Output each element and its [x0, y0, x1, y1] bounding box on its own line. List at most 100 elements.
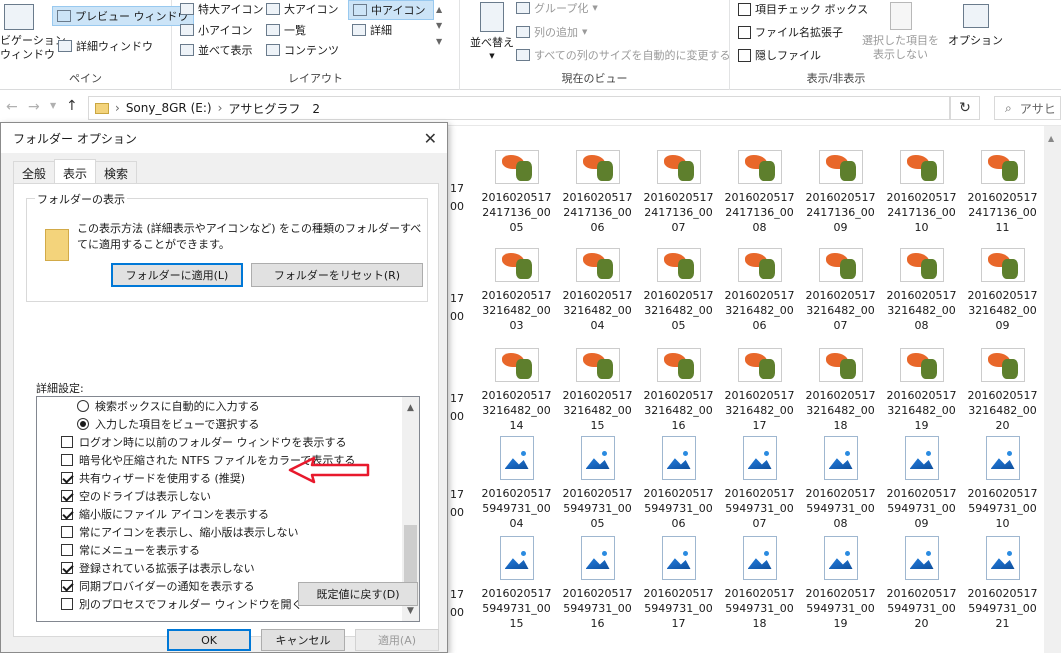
file-item[interactable]: 2016020517 2417136_00 09	[800, 150, 881, 235]
file-item[interactable]: 2016020517 3216482_00 03	[476, 248, 557, 333]
advanced-setting-checkbox[interactable]: 同期プロバイダーの通知を表示する	[61, 577, 255, 595]
file-item[interactable]: 2016020517 5949731_00 16	[557, 536, 638, 631]
checkbox[interactable]	[61, 580, 73, 592]
checkbox[interactable]	[61, 472, 73, 484]
file-item[interactable]: 2016020517 5949731_00 19	[800, 536, 881, 631]
radio-button[interactable]	[77, 400, 89, 412]
layout-small[interactable]: 小アイコン	[180, 22, 252, 38]
hide-selected-button[interactable]: 選択した項目を 表示しない	[862, 2, 939, 62]
file-item[interactable]: 2016020517 3216482_00 19	[881, 348, 962, 433]
advanced-setting-checkbox[interactable]: 縮小版にファイル アイコンを表示する	[61, 505, 269, 523]
hidden-items-checkbox[interactable]	[738, 48, 751, 62]
layout-tiles[interactable]: 並べて表示	[180, 42, 253, 58]
radio-button[interactable]	[77, 418, 89, 430]
add-column-button[interactable]: 列の追加 ▼	[516, 24, 587, 40]
file-item[interactable]: 2016020517 3216482_00 14	[476, 348, 557, 433]
checkbox[interactable]	[61, 508, 73, 520]
up-arrow-icon[interactable]: ↑	[66, 98, 78, 114]
file-item[interactable]: 2016020517 3216482_00 07	[800, 248, 881, 333]
apply-button[interactable]: 適用(A)	[355, 629, 439, 651]
forward-arrow-icon[interactable]: →	[28, 99, 40, 115]
nav-pane-button[interactable]: ビゲーション ウィンドウ	[0, 34, 66, 62]
back-arrow-icon[interactable]: ←	[6, 99, 18, 115]
advanced-setting-radio[interactable]: 入力した項目をビューで選択する	[77, 415, 259, 433]
search-input[interactable]: ⌕ アサヒ	[994, 96, 1061, 120]
apply-to-folders-button[interactable]: フォルダーに適用(L)	[111, 263, 243, 287]
fit-columns-button[interactable]: すべての列のサイズを自動的に変更する	[516, 47, 730, 63]
file-item[interactable]: 2016020517 3216482_00 17	[719, 348, 800, 433]
file-extensions-toggle[interactable]: ファイル名拡張子	[738, 24, 843, 40]
layout-scroll[interactable]: ▲ ▼ ▼	[436, 4, 442, 48]
file-item[interactable]: 2016020517 5949731_00 04	[476, 436, 557, 531]
file-item[interactable]: 2016020517 2417136_00 10	[881, 150, 962, 235]
options-button[interactable]: オプション	[948, 4, 1003, 48]
tab-general[interactable]: 全般	[13, 161, 56, 183]
layout-large[interactable]: 大アイコン	[266, 1, 338, 17]
file-item[interactable]: 2016020517 5949731_00 18	[719, 536, 800, 631]
item-checkboxes-checkbox[interactable]	[738, 2, 751, 16]
file-view-scrollbar[interactable]: ▲	[1044, 126, 1061, 653]
checkbox[interactable]	[61, 544, 73, 556]
hidden-items-toggle[interactable]: 隠しファイル	[738, 47, 821, 63]
file-item[interactable]: 2016020517 3216482_00 06	[719, 248, 800, 333]
checkbox[interactable]	[61, 454, 73, 466]
layout-extra-large[interactable]: 特大アイコン	[180, 1, 263, 17]
file-item[interactable]: 2016020517 5949731_00 07	[719, 436, 800, 531]
file-item[interactable]: 2016020517 3216482_00 04	[557, 248, 638, 333]
file-item[interactable]: 2016020517 5949731_00 10	[962, 436, 1043, 531]
checkbox[interactable]	[61, 490, 73, 502]
advanced-setting-checkbox[interactable]: 登録されている拡張子は表示しない	[61, 559, 255, 577]
close-icon[interactable]: ✕	[424, 129, 437, 148]
file-item[interactable]: 2016020517 5949731_00 17	[638, 536, 719, 631]
advanced-setting-checkbox[interactable]: ログオン時に以前のフォルダー ウィンドウを表示する	[61, 433, 347, 451]
layout-medium[interactable]: 中アイコン	[348, 0, 434, 20]
item-checkboxes-toggle[interactable]: 項目チェック ボックス	[738, 1, 868, 17]
file-item[interactable]: 2016020517 3216482_00 05	[638, 248, 719, 333]
reset-folders-button[interactable]: フォルダーをリセット(R)	[251, 263, 423, 287]
advanced-setting-radio[interactable]: 検索ボックスに自動的に入力する	[77, 397, 260, 415]
layout-details[interactable]: 詳細	[352, 22, 392, 38]
file-item[interactable]: 2016020517 2417136_00 08	[719, 150, 800, 235]
refresh-button[interactable]: ↻	[950, 96, 980, 120]
file-item[interactable]: 2016020517 2417136_00 07	[638, 150, 719, 235]
breadcrumb[interactable]: › Sony_8GR (E:) › アサヒグラフ 2	[88, 96, 950, 120]
checkbox[interactable]	[61, 436, 73, 448]
ok-button[interactable]: OK	[167, 629, 251, 651]
file-item[interactable]: 2016020517 5949731_00 05	[557, 436, 638, 531]
always-show-icons-setting[interactable]: 常にアイコンを表示し、縮小版は表示しない	[61, 523, 298, 541]
scroll-up-icon[interactable]: ▲	[1048, 134, 1054, 143]
group-by-button[interactable]: グループ化 ▼	[516, 0, 598, 16]
file-item[interactable]: 2016020517 3216482_00 16	[638, 348, 719, 433]
breadcrumb-folder[interactable]: アサヒグラフ 2	[228, 100, 320, 117]
file-item[interactable]: 2016020517 3216482_00 08	[881, 248, 962, 333]
details-pane-button[interactable]: 詳細ウィンドウ	[58, 38, 153, 54]
restore-defaults-button[interactable]: 既定値に戻す(D)	[298, 582, 418, 606]
advanced-setting-checkbox[interactable]: 別のプロセスでフォルダー ウィンドウを開く	[61, 595, 303, 613]
breadcrumb-drive[interactable]: Sony_8GR (E:)	[126, 101, 212, 115]
file-item[interactable]: 2016020517 3216482_00 15	[557, 348, 638, 433]
file-item[interactable]: 2016020517 5949731_00 20	[881, 536, 962, 631]
tab-search[interactable]: 検索	[95, 161, 138, 183]
tab-view[interactable]: 表示	[54, 159, 97, 183]
recent-chevron-icon[interactable]: ▼	[50, 101, 56, 110]
advanced-setting-checkbox[interactable]: 共有ウィザードを使用する (推奨)	[61, 469, 245, 487]
cancel-button[interactable]: キャンセル	[261, 629, 345, 651]
file-item[interactable]: 2016020517 2417136_00 05	[476, 150, 557, 235]
file-item[interactable]: 2016020517 3216482_00 20	[962, 348, 1043, 433]
advanced-setting-checkbox[interactable]: 空のドライブは表示しない	[61, 487, 211, 505]
file-item[interactable]: 2016020517 3216482_00 18	[800, 348, 881, 433]
checkbox[interactable]	[61, 598, 73, 610]
file-item[interactable]: 2016020517 2417136_00 11	[962, 150, 1043, 235]
layout-list[interactable]: 一覧	[266, 22, 306, 38]
file-item[interactable]: 2016020517 5949731_00 21	[962, 536, 1043, 631]
file-item[interactable]: 2016020517 2417136_00 06	[557, 150, 638, 235]
file-item[interactable]: 2016020517 3216482_00 09	[962, 248, 1043, 333]
scroll-up-icon[interactable]: ▲	[402, 399, 419, 416]
file-item[interactable]: 2016020517 5949731_00 06	[638, 436, 719, 531]
checkbox[interactable]	[61, 562, 73, 574]
checkbox[interactable]	[61, 526, 73, 538]
sort-by-button[interactable]: 並べ替え ▼	[470, 2, 514, 60]
nav-pane-icon[interactable]	[0, 2, 40, 32]
advanced-setting-checkbox[interactable]: 常にメニューを表示する	[61, 541, 200, 559]
file-item[interactable]: 2016020517 5949731_00 15	[476, 536, 557, 631]
